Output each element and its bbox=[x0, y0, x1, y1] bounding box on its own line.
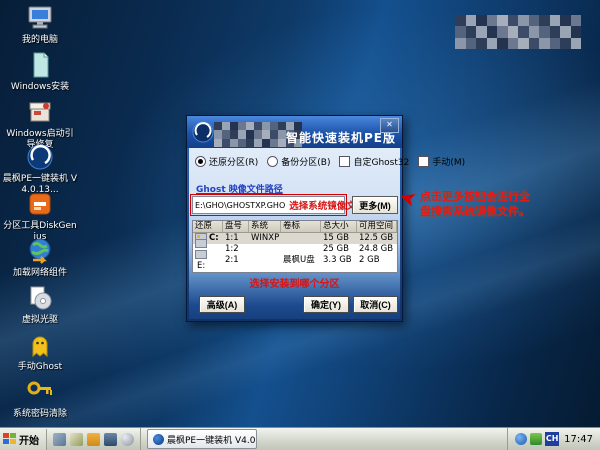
desktop-icon-network[interactable]: 加载网络组件 bbox=[2, 236, 78, 279]
taskbar-item-label: 晨枫PE一键装机 V4.0.1... bbox=[167, 435, 256, 446]
radio-icon bbox=[195, 156, 206, 167]
partition-hint-text: 选择安装到哪个分区 bbox=[249, 279, 340, 290]
checkbox-custom-ghost32[interactable]: 自定Ghost32 bbox=[339, 155, 409, 168]
col-free-space: 可用空间 bbox=[357, 221, 397, 232]
diskgenius-icon bbox=[25, 189, 55, 219]
option-label: 手动(M) bbox=[432, 158, 466, 168]
advanced-button[interactable]: 高级(A) bbox=[199, 296, 245, 313]
ghost-icon bbox=[25, 330, 55, 360]
quick-launch bbox=[47, 428, 141, 450]
disk-no: 1:1 bbox=[225, 233, 239, 243]
dialog-button-row: 高级(A) 确定(Y) 取消(C) bbox=[189, 294, 400, 320]
desktop-icon-manual-ghost[interactable]: 手动Ghost bbox=[2, 330, 78, 373]
windows-flag-icon bbox=[3, 433, 16, 445]
censored-watermark bbox=[455, 15, 581, 49]
table-row-drive-c[interactable]: C: 1:1 WINXP 15 GB 12.5 GB bbox=[193, 233, 397, 244]
start-label: 开始 bbox=[19, 435, 39, 447]
icon-label: 系统密码清除 bbox=[12, 409, 67, 419]
option-label: 自定Ghost32 bbox=[353, 158, 410, 168]
image-path-highlight-box: E:\GHO\GHOSTXP.GHO 选择系统镜像文件 ▼ bbox=[190, 194, 382, 216]
document-icon bbox=[25, 50, 55, 80]
more-button[interactable]: 更多(M) bbox=[352, 196, 398, 214]
col-volume: 卷标 bbox=[281, 221, 321, 232]
quick-launch-tool-icon[interactable] bbox=[121, 432, 134, 446]
chenfeng-logo-icon bbox=[25, 142, 55, 172]
network-tray-icon[interactable] bbox=[515, 433, 528, 445]
quick-launch-app-icon[interactable] bbox=[70, 432, 83, 446]
globe-icon bbox=[25, 236, 55, 266]
desktop-icon-diskgenius[interactable]: 分区工具DiskGenius bbox=[2, 189, 78, 243]
checkbox-manual[interactable]: 手动(M) bbox=[418, 155, 465, 168]
table-row-drive-d[interactable]: D: 1:2 25 GB 24.8 GB bbox=[193, 238, 397, 260]
drive-icon bbox=[195, 238, 207, 248]
radio-restore-partition[interactable]: 还原分区(R) bbox=[195, 155, 258, 168]
system: WINXP bbox=[251, 233, 280, 243]
option-label: 备份分区(B) bbox=[281, 158, 331, 168]
chenfeng-logo-icon bbox=[153, 433, 164, 445]
option-label: 还原分区(R) bbox=[209, 158, 259, 168]
start-button[interactable]: 开始 bbox=[0, 428, 47, 450]
disk-no: 2:1 bbox=[225, 255, 239, 265]
desktop-icon-chenfeng-pe[interactable]: 晨枫PE一键装机 V4.0.13... bbox=[2, 142, 78, 196]
checkbox-icon bbox=[418, 156, 430, 167]
show-desktop-icon[interactable] bbox=[53, 432, 66, 446]
key-icon bbox=[25, 377, 55, 407]
mode-options: 还原分区(R) 备份分区(B) 自定Ghost32 手动(M) bbox=[195, 155, 465, 168]
toolbox-icon bbox=[25, 97, 55, 127]
partition-table: 还原 盘号 系统 卷标 总大小 可用空间 C: 1:1 WINXP 15 GB … bbox=[192, 220, 398, 273]
antivirus-tray-icon[interactable] bbox=[530, 433, 543, 445]
free-space: 2 GB bbox=[359, 255, 380, 265]
total-size: 25 GB bbox=[323, 244, 349, 254]
ok-button[interactable]: 确定(Y) bbox=[303, 296, 349, 313]
taskbar: 开始 晨枫PE一键装机 V4.0.1... CH 17:47 bbox=[0, 427, 600, 450]
free-space: 12.5 GB bbox=[359, 233, 394, 243]
radio-icon bbox=[267, 156, 279, 167]
drive-icon bbox=[195, 249, 207, 259]
icon-label: Windows安装 bbox=[10, 82, 70, 92]
desktop-icon-my-computer[interactable]: 我的电脑 bbox=[2, 3, 78, 46]
total-size: 15 GB bbox=[323, 233, 349, 243]
language-indicator[interactable]: CH bbox=[545, 432, 560, 446]
icon-label: 虚拟光驱 bbox=[21, 315, 58, 325]
image-path-combobox[interactable]: E:\GHO\GHOSTXP.GHO 选择系统镜像文件 ▼ bbox=[192, 196, 382, 214]
col-total-size: 总大小 bbox=[321, 221, 357, 232]
desktop-icon-virtual-cd[interactable]: 虚拟光驱 bbox=[2, 283, 78, 326]
computer-icon bbox=[25, 3, 55, 33]
desktop: 我的电脑 Windows安装 Windows启动引导修复 晨枫PE一键装机 V4… bbox=[0, 0, 600, 450]
app-logo-icon bbox=[191, 120, 215, 144]
installer-dialog: 智能快速装机PE版 ✕ 还原分区(R) 备份分区(B) 自定Ghost32 手动… bbox=[186, 115, 465, 322]
checkbox-icon bbox=[339, 156, 351, 167]
table-header-row: 还原 盘号 系统 卷标 总大小 可用空间 bbox=[193, 221, 397, 233]
radio-backup-partition[interactable]: 备份分区(B) bbox=[267, 155, 330, 168]
folder-icon[interactable] bbox=[87, 432, 100, 446]
col-disk-no: 盘号 bbox=[223, 221, 249, 232]
disc-icon bbox=[25, 283, 55, 313]
disk-no: 1:2 bbox=[225, 244, 239, 254]
dialog-titlebar[interactable]: 智能快速装机PE版 ✕ bbox=[187, 116, 402, 148]
col-system: 系统 bbox=[249, 221, 281, 232]
icon-label: 手动Ghost bbox=[17, 362, 63, 372]
annotation-text-line1: 点击更多按钮会进行全 bbox=[420, 190, 530, 203]
annotation-text-line2: 盘搜索系统镜像文件。 bbox=[420, 205, 530, 218]
image-path-value: E:\GHO\GHOSTXP.GHO bbox=[195, 200, 286, 210]
display-icon[interactable] bbox=[104, 432, 117, 446]
desktop-icon-windows-setup[interactable]: Windows安装 bbox=[2, 50, 78, 93]
icon-label: 我的电脑 bbox=[21, 35, 58, 45]
close-icon[interactable]: ✕ bbox=[380, 118, 399, 133]
taskbar-item-chenfeng-pe[interactable]: 晨枫PE一键装机 V4.0.1... bbox=[147, 429, 257, 449]
volume: 晨枫U盘 bbox=[283, 255, 315, 265]
total-size: 3.3 GB bbox=[323, 255, 352, 265]
desktop-icon-password-clear[interactable]: 系统密码清除 bbox=[2, 377, 78, 420]
dialog-body: 还原分区(R) 备份分区(B) 自定Ghost32 手动(M) Ghost 映像… bbox=[189, 148, 465, 320]
cancel-button[interactable]: 取消(C) bbox=[353, 296, 398, 313]
system-tray: CH 17:47 bbox=[507, 428, 600, 450]
table-row-drive-e[interactable]: E: 2:1 晨枫U盘 3.3 GB 2 GB bbox=[193, 249, 397, 271]
col-restore: 还原 bbox=[193, 221, 223, 232]
icon-label: 加载网络组件 bbox=[12, 268, 67, 278]
taskbar-clock[interactable]: 17:47 bbox=[562, 434, 595, 445]
free-space: 24.8 GB bbox=[359, 244, 394, 254]
drive-letter: E: bbox=[197, 260, 206, 271]
